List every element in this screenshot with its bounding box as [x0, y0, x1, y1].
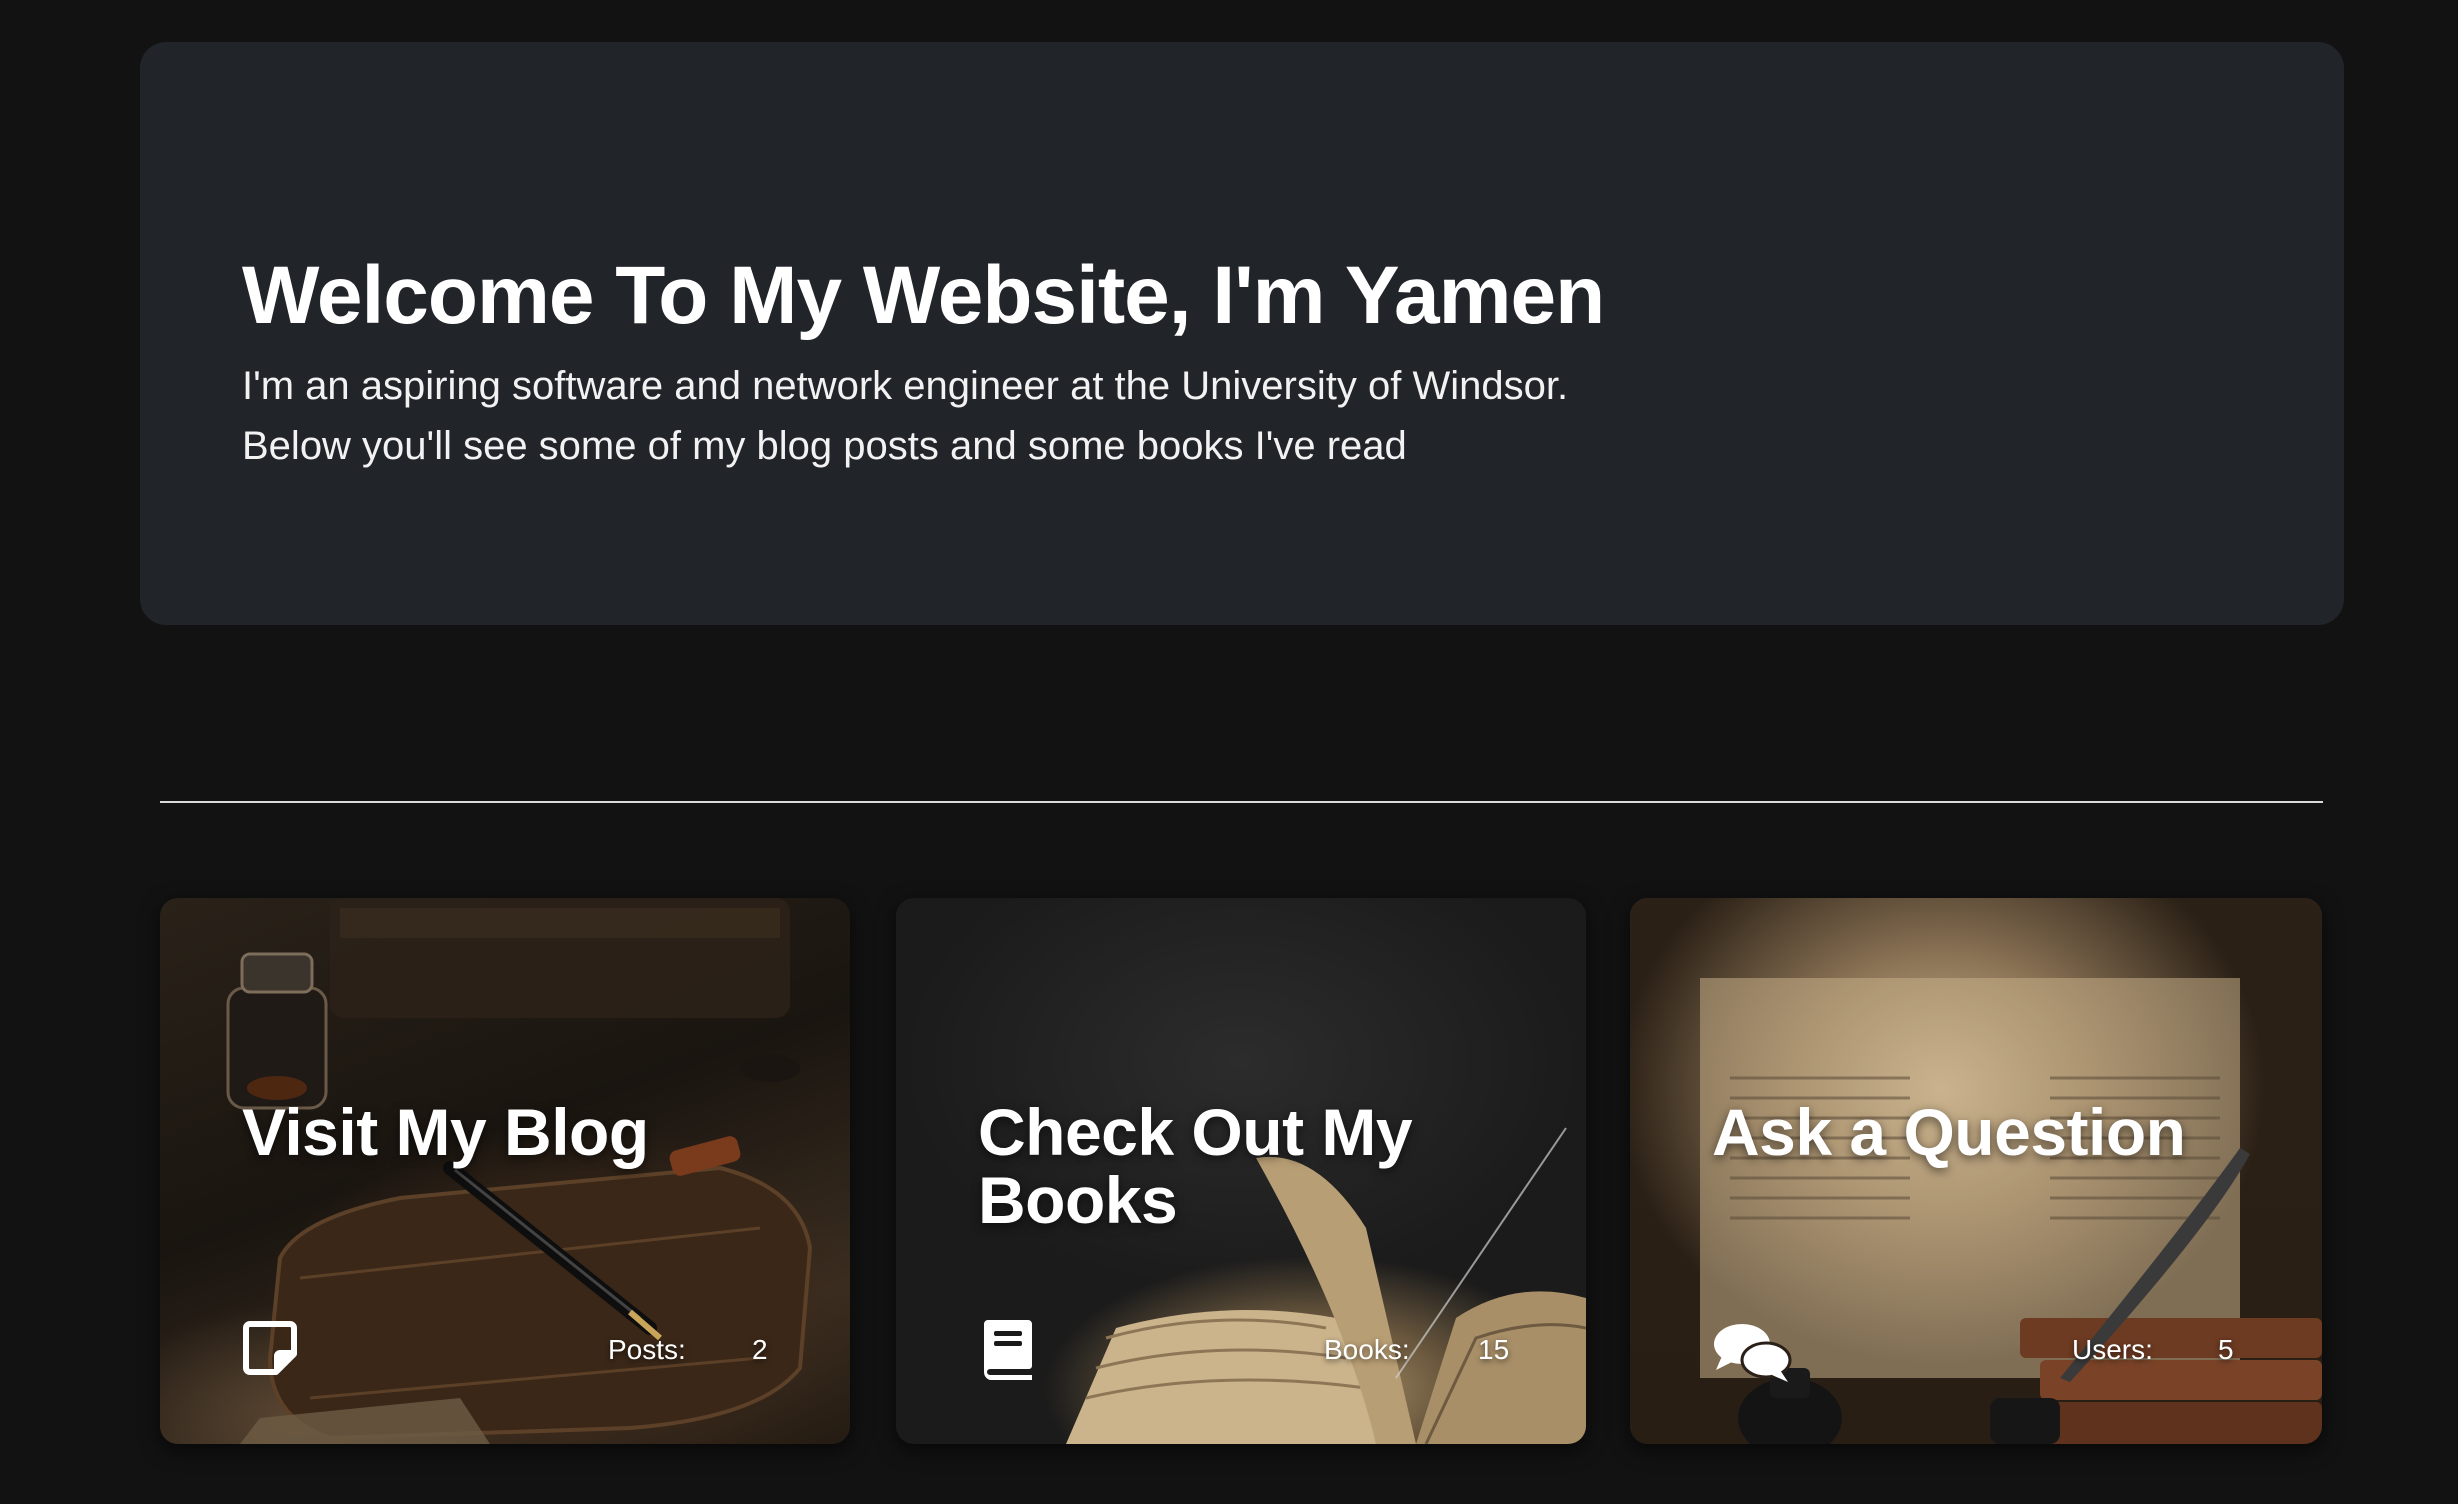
sticky-note-icon — [242, 1320, 302, 1380]
posts-count-value: 2 — [752, 1334, 768, 1365]
books-card-title: Check Out My Books — [978, 1095, 1413, 1237]
books-card[interactable]: Check Out My Books Books: 15 — [896, 898, 1586, 1444]
books-count-value: 15 — [1478, 1334, 1510, 1365]
blog-card-footer: Posts: 2 — [242, 1320, 778, 1380]
hero-description: I'm an aspiring software and network eng… — [242, 356, 2344, 476]
hero-description-line-1: I'm an aspiring software and network eng… — [242, 364, 1569, 408]
book-icon — [978, 1320, 1038, 1380]
blog-card-title: Visit My Blog — [242, 1095, 649, 1169]
question-card[interactable]: Ask a Question Users: 5 — [1630, 898, 2322, 1444]
page: Welcome To My Website, I'm Yamen I'm an … — [0, 0, 2458, 1504]
nav-cards: Visit My Blog Posts: 2 Check Out My Book… — [160, 898, 2323, 1446]
books-count-label: Books: — [1324, 1334, 1410, 1365]
users-count-value: 5 — [2218, 1334, 2234, 1365]
section-divider — [160, 801, 2323, 803]
books-card-footer: Books: 15 — [978, 1320, 1514, 1380]
hero-banner: Welcome To My Website, I'm Yamen I'm an … — [140, 42, 2344, 625]
blog-card[interactable]: Visit My Blog Posts: 2 — [160, 898, 850, 1444]
hero-description-line-2: Below you'll see some of my blog posts a… — [242, 424, 1407, 468]
posts-count-label: Posts: — [608, 1334, 686, 1365]
question-card-title: Ask a Question — [1712, 1095, 2186, 1169]
users-count-label: Users: — [2072, 1334, 2153, 1365]
comments-icon — [1712, 1320, 1792, 1382]
hero-title: Welcome To My Website, I'm Yamen — [242, 250, 1605, 341]
question-card-footer: Users: 5 — [1712, 1320, 2250, 1382]
